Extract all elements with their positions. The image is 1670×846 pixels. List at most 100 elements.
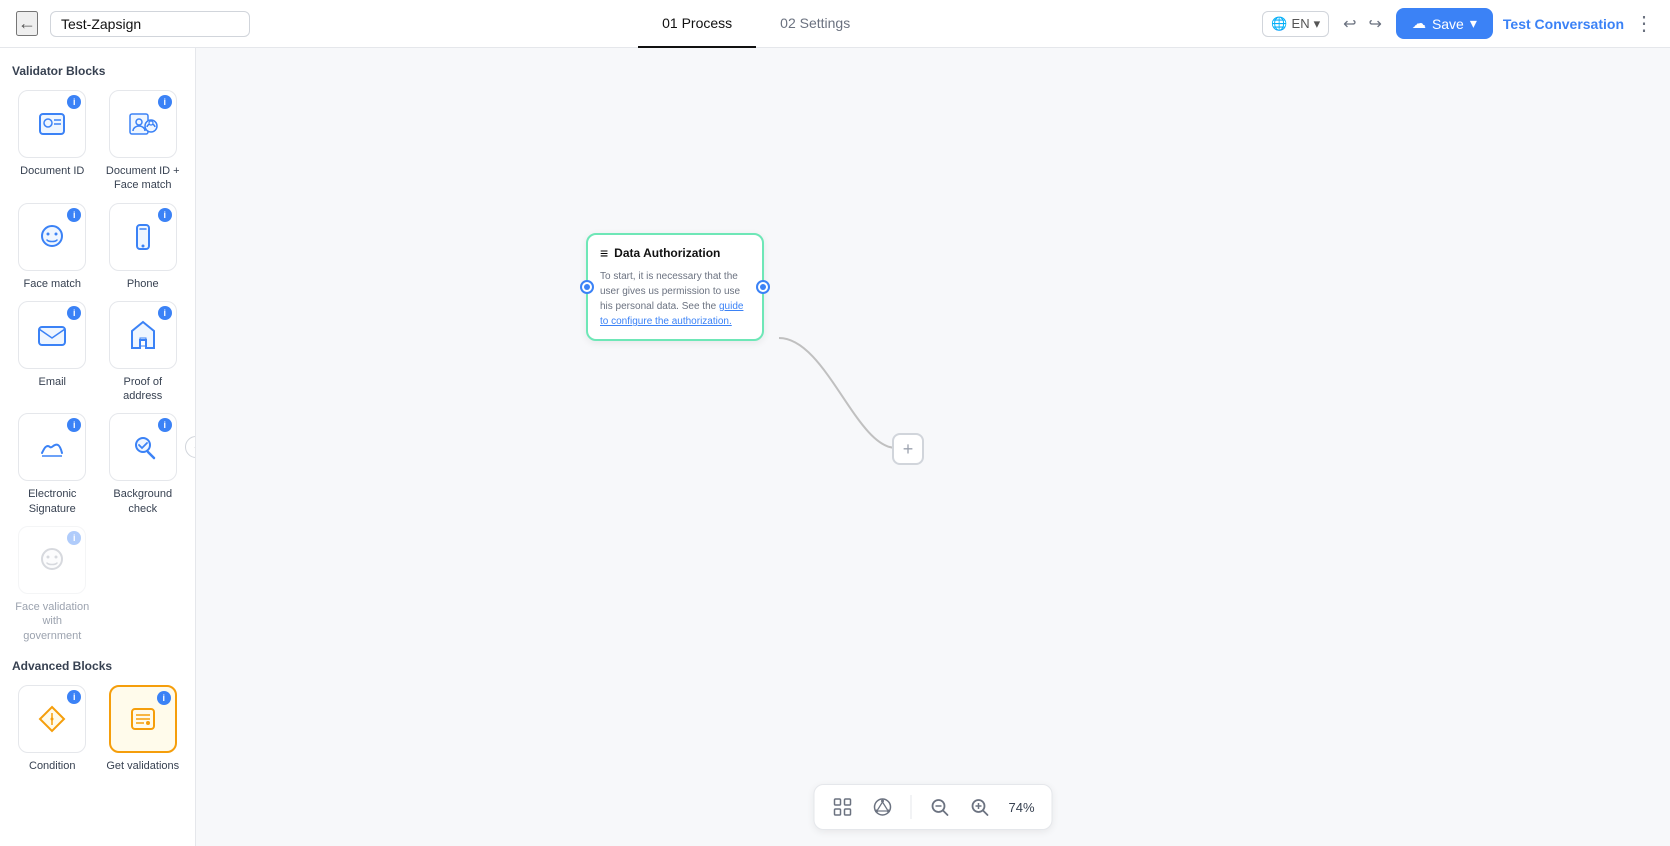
block-background-check-icon-wrap: i: [109, 413, 177, 481]
tab-process[interactable]: 01 Process: [638, 0, 756, 48]
face-validation-gov-icon: [34, 542, 70, 578]
validator-section-title: Validator Blocks: [12, 64, 183, 78]
title-input[interactable]: [50, 11, 250, 37]
zoom-label: 74%: [1004, 800, 1040, 815]
more-options-button[interactable]: ⋮: [1634, 11, 1654, 36]
block-document-id-face-icon-wrap: i: [109, 90, 177, 158]
save-label: Save: [1432, 16, 1464, 32]
block-background-check[interactable]: i Background check: [103, 413, 184, 516]
proof-of-address-icon: [125, 317, 161, 353]
block-phone-label: Phone: [127, 277, 159, 291]
share-icon: [873, 797, 893, 817]
canvas-connector-svg: [196, 48, 1670, 846]
data-authorization-node[interactable]: ≡ Data Authorization To start, it is nec…: [586, 233, 764, 341]
info-dot: i: [67, 306, 81, 320]
divider: [911, 795, 912, 819]
info-dot: i: [158, 208, 172, 222]
block-phone[interactable]: i Phone: [103, 203, 184, 291]
topbar-tabs: 01 Process 02 Settings: [262, 0, 1250, 48]
block-electronic-signature-label: Electronic Signature: [12, 487, 93, 516]
block-document-id-icon-wrap: i: [18, 90, 86, 158]
block-document-id-face[interactable]: i Document ID + Face match: [103, 90, 184, 193]
validator-blocks-grid: i Document ID i: [12, 90, 183, 643]
block-proof-of-address[interactable]: i Proof of address: [103, 301, 184, 404]
focus-icon: [833, 797, 853, 817]
block-proof-of-address-icon-wrap: i: [109, 301, 177, 369]
block-document-id-label: Document ID: [20, 164, 84, 178]
zoom-out-button[interactable]: [924, 793, 956, 821]
node-right-connector: [756, 280, 770, 294]
info-dot: i: [67, 418, 81, 432]
canvas: ≡ Data Authorization To start, it is nec…: [196, 48, 1670, 846]
sidebar: ‹ Validator Blocks i Document ID: [0, 48, 196, 846]
chevron-down-icon: ▾: [1314, 16, 1321, 32]
block-condition[interactable]: i Condition: [12, 685, 93, 773]
info-dot: i: [67, 208, 81, 222]
node-body: To start, it is necessary that the user …: [600, 269, 750, 329]
info-dot: i: [157, 691, 171, 705]
connector-dot: [584, 284, 590, 290]
phone-icon: [125, 219, 161, 255]
info-dot: i: [67, 690, 81, 704]
undo-button[interactable]: ↩: [1339, 10, 1360, 38]
language-button[interactable]: 🌐 EN ▾: [1262, 11, 1329, 37]
node-left-connector: [580, 280, 594, 294]
block-document-id-face-label: Document ID + Face match: [103, 164, 184, 193]
zoom-out-icon: [930, 797, 950, 817]
block-proof-of-address-label: Proof of address: [103, 375, 184, 404]
info-dot: i: [67, 531, 81, 545]
zoom-in-icon: [970, 797, 990, 817]
add-node-button[interactable]: +: [892, 433, 924, 465]
block-face-match-icon-wrap: i: [18, 203, 86, 271]
block-get-validations[interactable]: i Get validations: [103, 685, 184, 773]
test-conversation-button[interactable]: Test Conversation: [1503, 16, 1624, 32]
block-condition-label: Condition: [29, 759, 75, 773]
electronic-signature-icon: [34, 429, 70, 465]
block-background-check-label: Background check: [103, 487, 184, 516]
block-face-validation-gov-icon-wrap: i: [18, 526, 86, 594]
block-phone-icon-wrap: i: [109, 203, 177, 271]
face-match-icon: [34, 219, 70, 255]
block-condition-icon-wrap: i: [18, 685, 86, 753]
block-face-validation-gov[interactable]: i Face validation with government: [12, 526, 93, 643]
share-button[interactable]: [867, 793, 899, 821]
email-icon: [34, 317, 70, 353]
node-title: Data Authorization: [614, 246, 720, 260]
topbar-right: 🌐 EN ▾ ↩ ↪ ☁ Save ▾ Test Conversation ⋮: [1262, 8, 1654, 39]
sidebar-toggle[interactable]: ‹: [185, 436, 196, 458]
cloud-icon: ☁: [1412, 15, 1426, 32]
node-header: ≡ Data Authorization: [600, 245, 750, 261]
save-chevron-icon: ▾: [1470, 15, 1477, 32]
main-area: ‹ Validator Blocks i Document ID: [0, 48, 1670, 846]
block-document-id[interactable]: i Document ID: [12, 90, 93, 193]
undo-redo-group: ↩ ↪: [1339, 10, 1386, 38]
connector-dot: [760, 284, 766, 290]
advanced-section-title: Advanced Blocks: [12, 659, 183, 673]
document-id-icon: [34, 106, 70, 142]
info-dot: i: [158, 306, 172, 320]
topbar: ← 01 Process 02 Settings 🌐 EN ▾ ↩ ↪ ☁ Sa…: [0, 0, 1670, 48]
tab-settings[interactable]: 02 Settings: [756, 0, 874, 48]
globe-icon: 🌐: [1271, 16, 1287, 32]
block-face-match-label: Face match: [24, 277, 81, 291]
document-id-face-icon: [125, 106, 161, 142]
back-button[interactable]: ←: [16, 11, 38, 36]
block-face-match[interactable]: i Face match: [12, 203, 93, 291]
zoom-in-button[interactable]: [964, 793, 996, 821]
info-dot: i: [158, 418, 172, 432]
block-email-label: Email: [38, 375, 66, 389]
save-button[interactable]: ☁ Save ▾: [1396, 8, 1493, 39]
info-dot: i: [67, 95, 81, 109]
bottom-bar: 74%: [814, 784, 1053, 830]
focus-button[interactable]: [827, 793, 859, 821]
block-email-icon-wrap: i: [18, 301, 86, 369]
redo-button[interactable]: ↪: [1365, 10, 1386, 38]
block-face-validation-gov-label: Face validation with government: [12, 600, 93, 643]
advanced-blocks-grid: i Condition i: [12, 685, 183, 773]
get-validations-icon: [125, 701, 161, 737]
block-electronic-signature[interactable]: i Electronic Signature: [12, 413, 93, 516]
background-check-icon: [125, 429, 161, 465]
block-get-validations-label: Get validations: [106, 759, 179, 773]
info-dot: i: [158, 95, 172, 109]
block-email[interactable]: i Email: [12, 301, 93, 404]
